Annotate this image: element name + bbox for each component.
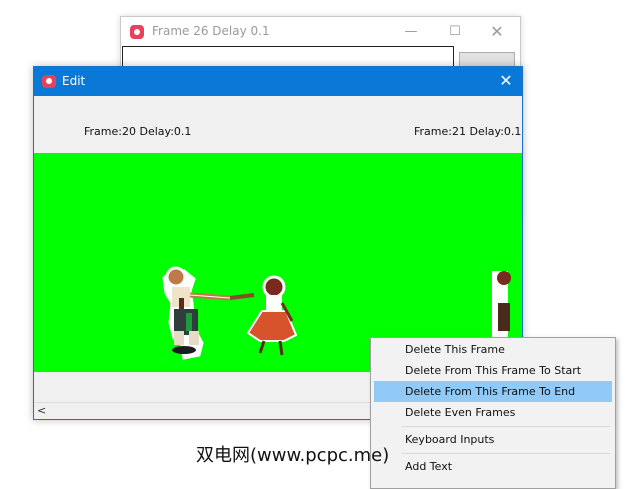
menu-item-delete-this-frame[interactable]: Delete This Frame [374,339,612,360]
menu-item-add-text[interactable]: Add Text [374,456,612,477]
camera-app-icon [130,25,144,39]
menu-item-label: Keyboard Inputs [405,433,495,446]
menu-separator [402,426,610,427]
background-titlebar: Frame 26 Delay 0.1 — ☐ ✕ [121,17,520,47]
menu-item-keyboard-inputs[interactable]: Keyboard Inputs [374,429,612,450]
man-figure [162,266,231,360]
menu-item-delete-to-end[interactable]: Delete From This Frame To End [374,381,612,402]
menu-item-delete-even-frames[interactable]: Delete Even Frames [374,402,612,423]
menu-item-label: Add Text [405,460,453,473]
menu-item-label: Delete This Frame [405,343,505,356]
menu-item-label: Delete Even Frames [405,406,516,419]
menu-item-label: Delete From This Frame To Start [405,364,582,377]
watermark-text: 双电网(www.pcpc.me) [196,445,390,466]
close-button[interactable]: ✕ [485,22,509,42]
frame-label-left: Frame:20 Delay:0.1 [84,125,192,138]
edit-window-title: Edit [62,74,86,88]
scroll-left-arrow[interactable]: < [37,403,46,418]
camera-app-icon [42,75,56,88]
menu-item-label: Delete From This Frame To End [405,385,576,398]
menu-separator [402,453,610,454]
frame-label-right: Frame:21 Delay:0.1 [414,125,522,138]
context-menu: Delete This Frame Delete From This Frame… [370,337,616,489]
edit-titlebar: Edit ✕ [34,67,522,96]
minimize-button[interactable]: — [399,22,423,42]
menu-item-delete-to-start[interactable]: Delete From This Frame To Start [374,360,612,381]
woman-figure [229,275,298,356]
partial-figure [492,271,511,341]
close-button[interactable]: ✕ [496,71,516,91]
maximize-button[interactable]: ☐ [443,22,467,42]
background-window-title: Frame 26 Delay 0.1 [152,24,270,38]
